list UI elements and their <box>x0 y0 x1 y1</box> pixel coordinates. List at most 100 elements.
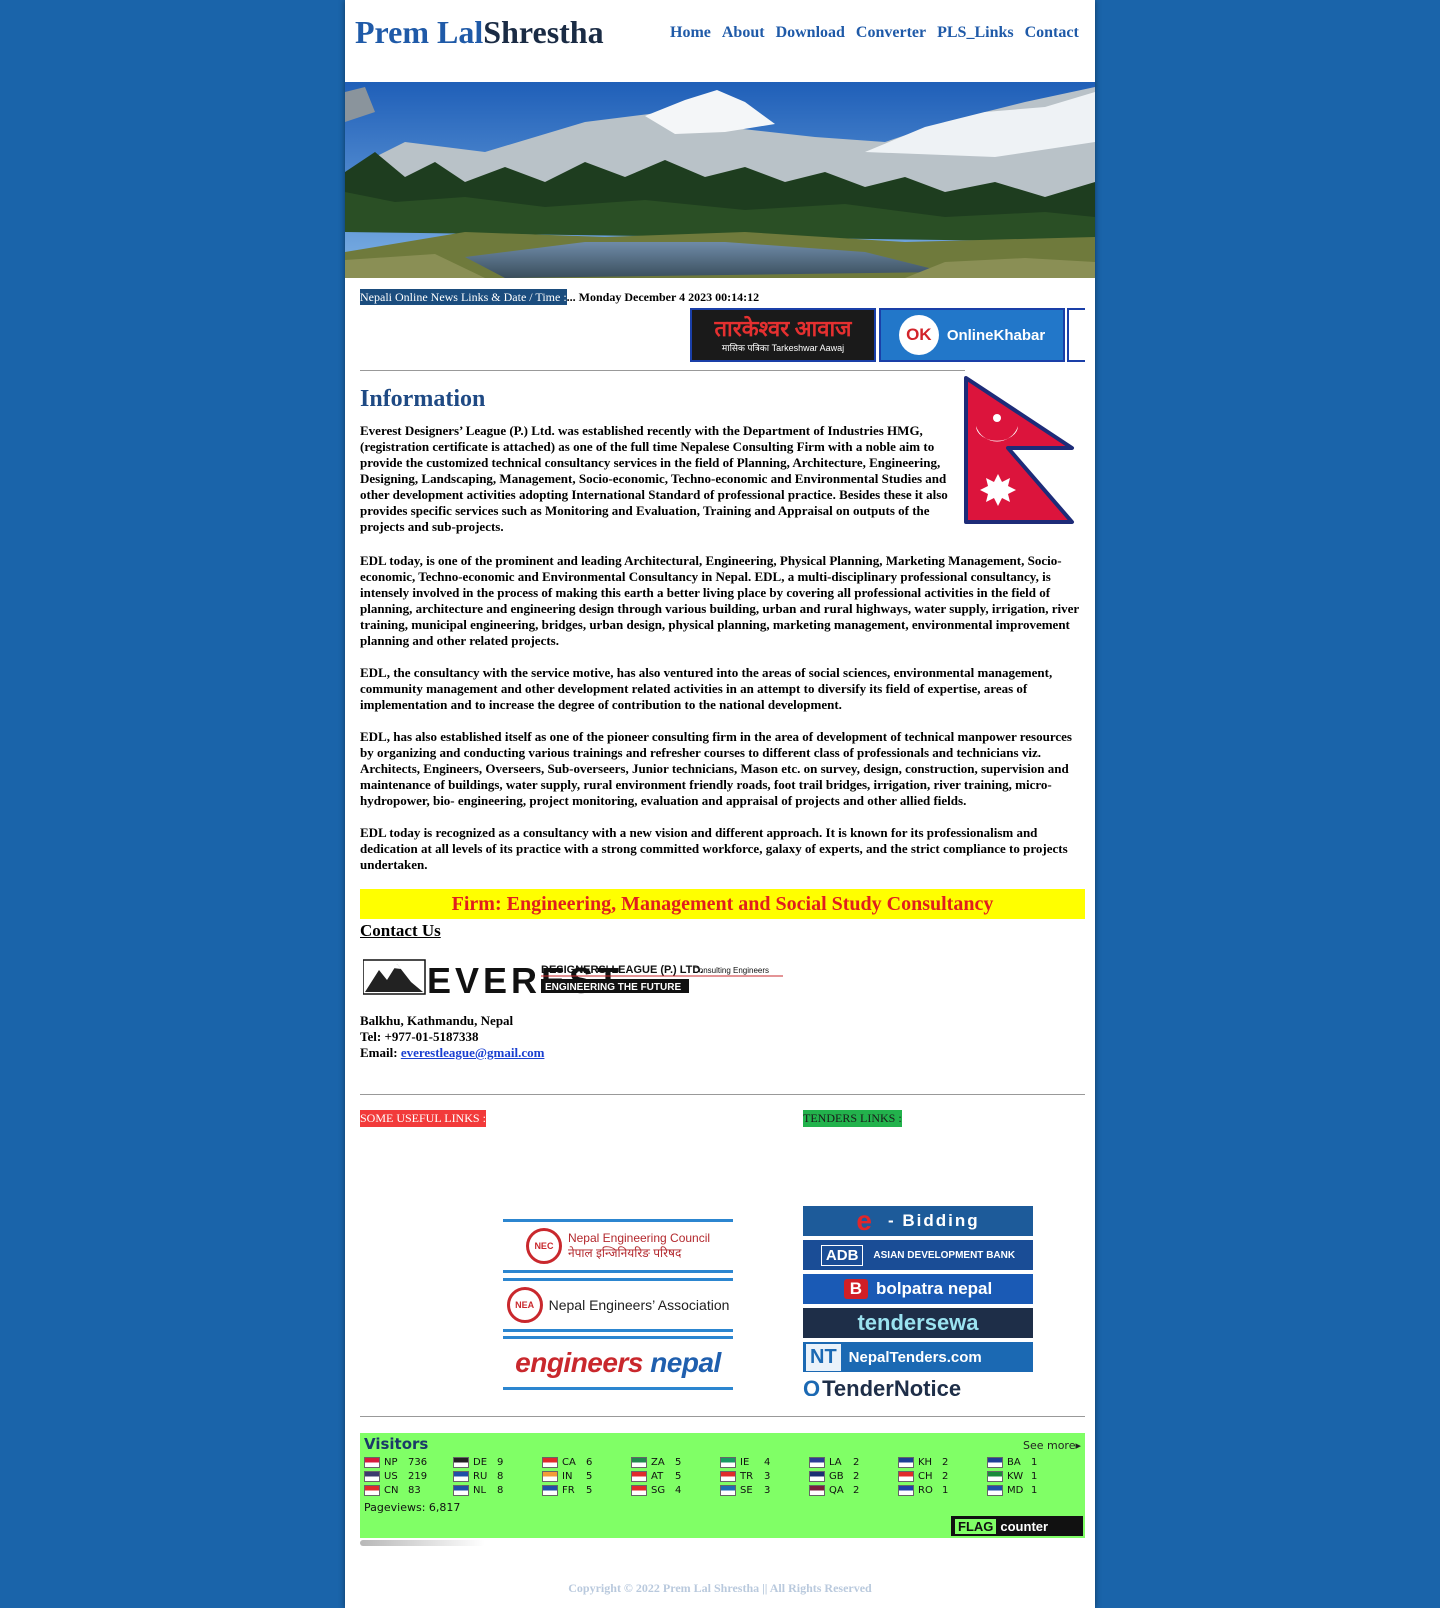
contact-address-block: Balkhu, Kathmandu, Nepal Tel: +977-01-51… <box>360 1013 544 1061</box>
country-flag-icon <box>542 1485 558 1496</box>
info-paragraph: EDL, has also established itself as one … <box>360 729 1072 808</box>
useful-link-subtitle: नेपाल इन्जिनियरिङ परिषद <box>567 1246 682 1260</box>
tender-link-bolpatra-nepal[interactable]: Bbolpatra nepal <box>803 1274 1033 1304</box>
flag-counter-widget[interactable]: Visitors See more▸ NP 736 DE 9 CA 6 ZA 5 IE 4 LA 2 K… <box>360 1433 1085 1538</box>
useful-link-nepal-engineering-council[interactable]: NEC Nepal Engineering Council नेपाल इन्जि… <box>503 1219 733 1273</box>
country-visit-count: 3 <box>764 1485 771 1496</box>
country-visit-count: 8 <box>497 1485 504 1496</box>
visitor-country-entry: KW 1 <box>987 1470 1076 1483</box>
country-flag-icon <box>720 1485 736 1496</box>
tender-link-tendersewa[interactable]: tendersewa <box>803 1308 1033 1338</box>
country-flag-icon <box>898 1485 914 1496</box>
country-code: LA <box>829 1457 842 1468</box>
country-code: IE <box>740 1457 750 1468</box>
country-code: MD <box>1007 1485 1024 1496</box>
country-visit-count: 2 <box>942 1471 949 1482</box>
flag-counter-mark: FLAG <box>955 1518 997 1534</box>
info-paragraph: EDL today is recognized as a consultancy… <box>360 825 1068 872</box>
visitor-country-entry: QA 2 <box>809 1484 898 1497</box>
flag-counter-word: counter <box>1000 1518 1049 1534</box>
news-link-tarkeshwar-aawaj[interactable]: तारकेश्वर आवाज मासिक पत्रिका Tarkeshwar … <box>690 308 876 362</box>
visitor-country-entry: NP 736 <box>364 1456 453 1469</box>
country-code: IN <box>562 1471 573 1482</box>
visitor-country-entry: TR 3 <box>720 1470 809 1483</box>
nav-home[interactable]: Home <box>670 24 711 42</box>
flag-counter-badge[interactable]: FLAG counter <box>951 1516 1083 1536</box>
nepal-flag-icon <box>964 376 1074 524</box>
country-code: CA <box>562 1457 576 1468</box>
country-visit-count: 1 <box>1031 1471 1038 1482</box>
visitor-country-entry: FR 5 <box>542 1484 631 1497</box>
useful-link-title: Nepal Engineers’ Association <box>548 1296 730 1313</box>
logo-slogan: ENGINEERING THE FUTURE <box>545 982 681 993</box>
country-visit-count: 8 <box>497 1471 504 1482</box>
country-flag-icon <box>364 1471 380 1482</box>
nav-about[interactable]: About <box>722 24 765 42</box>
contact-email-row: Email: everestleague@gmail.com <box>360 1045 544 1061</box>
news-links-marquee: तारकेश्वर आवाज मासिक पत्रिका Tarkeshwar … <box>360 306 1085 364</box>
hero-banner-image <box>345 82 1095 278</box>
site-brand[interactable]: Prem LalShrestha <box>355 14 604 51</box>
visitor-country-entry: RU 8 <box>453 1470 542 1483</box>
useful-link-engineers-nepal[interactable]: engineers nepal <box>503 1336 733 1390</box>
nav-converter[interactable]: Converter <box>856 24 926 42</box>
country-code: BA <box>1007 1457 1021 1468</box>
tender-link-nepaltenders[interactable]: NT NepalTenders.com <box>803 1342 1033 1372</box>
country-visit-count: 1 <box>1031 1457 1038 1468</box>
news-ticker: Nepali Online News Links & Date / Time :… <box>360 289 760 305</box>
information-heading: Information <box>360 386 486 412</box>
tender-link-adb[interactable]: ADB ASIAN DEVELOPMENT BANK <box>803 1240 1033 1270</box>
visitor-country-entry: CA 6 <box>542 1456 631 1469</box>
visitor-country-entry: NL 8 <box>453 1484 542 1497</box>
see-more-link[interactable]: See more▸ <box>1023 1439 1081 1452</box>
visitor-country-entry: SG 4 <box>631 1484 720 1497</box>
tender-link-label: ASIAN DEVELOPMENT BANK <box>873 1249 1016 1261</box>
country-code: NP <box>384 1457 398 1468</box>
news-link-onlinekhabar[interactable]: OK OnlineKhabar <box>879 308 1065 362</box>
useful-link-title-part1: engineers <box>515 1347 643 1378</box>
country-visit-count: 4 <box>675 1485 682 1496</box>
visitor-country-entry: AT 5 <box>631 1470 720 1483</box>
visitor-country-entry: KH 2 <box>898 1456 987 1469</box>
country-visit-count: 1 <box>942 1485 949 1496</box>
country-code: GB <box>829 1471 844 1482</box>
country-code: AT <box>651 1471 664 1482</box>
ticker-datetime: ... Monday December 4 2023 00:14:12 <box>566 290 760 304</box>
country-visit-count: 2 <box>853 1485 860 1496</box>
country-visit-count: 2 <box>853 1457 860 1468</box>
country-flag-icon <box>631 1457 647 1468</box>
country-flag-icon <box>987 1485 1003 1496</box>
country-visit-count: 4 <box>764 1457 771 1468</box>
news-link-partial[interactable] <box>1067 308 1085 362</box>
contact-phone: Tel: +977-01-5187338 <box>360 1029 479 1044</box>
visitor-country-entry: IE 4 <box>720 1456 809 1469</box>
visitor-country-entry: CN 83 <box>364 1484 453 1497</box>
country-code: KH <box>918 1457 933 1468</box>
info-paragraph: Everest Designers’ League (P.) Ltd. was … <box>360 423 948 534</box>
contact-email-link[interactable]: everestleague@gmail.com <box>401 1045 545 1060</box>
visitor-country-entry: IN 5 <box>542 1470 631 1483</box>
nav-contact[interactable]: Contact <box>1025 24 1079 42</box>
visitor-country-entry: GB 2 <box>809 1470 898 1483</box>
news-link-subtitle: मासिक पत्रिका Tarkeshwar Aawaj <box>721 342 845 353</box>
country-code: US <box>384 1471 398 1482</box>
nav-download[interactable]: Download <box>776 24 845 42</box>
useful-link-title-part2: nepal <box>642 1347 721 1378</box>
visitor-country-entry: ZA 5 <box>631 1456 720 1469</box>
country-visit-count: 3 <box>764 1471 771 1482</box>
country-flag-icon <box>720 1457 736 1468</box>
country-visit-count: 9 <box>497 1457 504 1468</box>
country-flag-icon <box>720 1471 736 1482</box>
tender-link-tendernotice[interactable]: Q TenderNotice <box>803 1376 1033 1396</box>
useful-link-nepal-engineers-association[interactable]: NEA Nepal Engineers’ Association <box>503 1278 733 1332</box>
country-flag-icon <box>542 1457 558 1468</box>
logo-tagline: Consulting Engineers <box>693 966 769 975</box>
country-code: CN <box>384 1485 399 1496</box>
nav-pls-links[interactable]: PLS_Links <box>937 24 1013 42</box>
tendernotice-logo-icon: Q <box>803 1376 821 1396</box>
country-flag-icon <box>631 1485 647 1496</box>
tender-link-e-bidding[interactable]: e - Bidding <box>803 1205 1033 1236</box>
country-visit-count: 2 <box>853 1471 860 1482</box>
country-code: RU <box>473 1471 488 1482</box>
brand-last-name: Shrestha <box>483 14 604 50</box>
